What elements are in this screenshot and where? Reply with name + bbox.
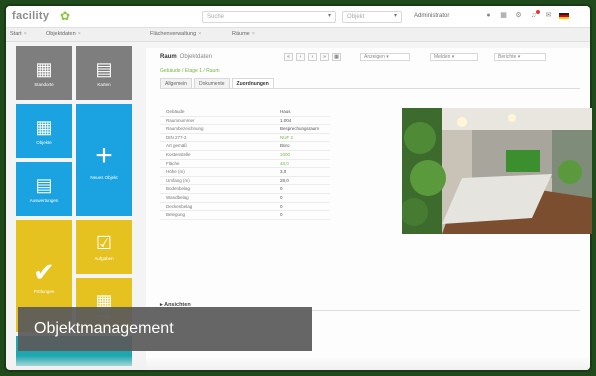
table-row[interactable]: Wandbelag 0 xyxy=(160,194,330,203)
sec-tab-raeume[interactable]: Räume × xyxy=(232,31,255,37)
mail-icon[interactable]: ✉ xyxy=(544,11,553,21)
sec-tab-flaechen[interactable]: Flächenverwaltung × xyxy=(150,31,201,37)
close-icon[interactable]: × xyxy=(198,31,201,37)
table-row[interactable]: Höhe (m) 3,0 xyxy=(160,168,330,177)
table-row[interactable]: Kostenstelle 1000 xyxy=(160,151,330,160)
tile-karten[interactable]: ▤ Karten xyxy=(76,46,132,100)
page-title: Raum Objektdaten xyxy=(160,54,213,60)
tile-aufgaben[interactable]: ☑ Aufgaben xyxy=(76,220,132,274)
tile-objekte[interactable]: ▦ Objekte xyxy=(16,104,72,158)
table-row[interactable]: Umfang (m) 28,0 xyxy=(160,177,330,186)
table-row[interactable]: Fläche 48,0 xyxy=(160,160,330,169)
search-input[interactable]: Suche ▾ xyxy=(202,11,336,23)
attribute-table: Gebäude Haus Raumnummer 1.004 Raumbezeichn… xyxy=(160,108,330,220)
next-button[interactable]: › xyxy=(308,53,317,61)
table-row[interactable]: Art gemäß Büro xyxy=(160,142,330,151)
close-icon[interactable]: × xyxy=(252,31,255,37)
leaf-logo-icon: ✿ xyxy=(60,9,71,23)
close-icon[interactable]: × xyxy=(78,31,81,37)
sec-tab-objektdaten[interactable]: Objektdaten × xyxy=(46,31,81,37)
room-photo-illustration xyxy=(402,108,592,234)
gear-icon[interactable]: ⚙ xyxy=(514,11,523,21)
toolbar: « ‹ › » ▦ xyxy=(284,53,341,61)
prev-button[interactable]: ‹ xyxy=(296,53,305,61)
checkmark-icon: ✔ xyxy=(33,257,55,287)
bottom-fade xyxy=(6,356,590,370)
chevron-down-icon: ▾ xyxy=(327,13,331,19)
table-row[interactable]: Deckenbelag 0 xyxy=(160,203,330,212)
building-tree-icon: ▦ xyxy=(35,59,53,79)
table-row[interactable]: DIN 277-2 NUF 2 xyxy=(160,134,330,143)
app-logo[interactable]: facility xyxy=(12,10,49,22)
table-row[interactable]: Raumbezeichnung Besprechungsraum xyxy=(160,125,330,134)
grid-icon[interactable]: ▦ xyxy=(499,11,508,21)
view-dropdown[interactable]: Anzeigen ▾ xyxy=(360,53,410,61)
user-name[interactable]: Administrator xyxy=(414,13,449,19)
table-row[interactable]: Raumnummer 1.004 xyxy=(160,117,330,126)
chevron-down-icon: ▾ xyxy=(393,13,397,19)
report-dropdown[interactable]: Melden ▾ xyxy=(430,53,478,61)
chart-icon: ▤ xyxy=(35,175,53,195)
tile-auswertungen[interactable]: ▤ Auswertungen xyxy=(16,162,72,216)
sec-tab-start[interactable]: Start × xyxy=(10,31,27,37)
map-icon: ▤ xyxy=(95,59,113,79)
checklist-icon: ☑ xyxy=(95,233,113,253)
user-icon[interactable]: ● xyxy=(484,11,493,21)
feature-caption: Objektmanagement xyxy=(18,307,312,351)
close-icon[interactable]: × xyxy=(24,31,27,37)
breadcrumb-bar: Start × Objektdaten × Flächenverwaltung × R… xyxy=(6,28,590,42)
bell-icon[interactable]: ♫ xyxy=(529,10,540,21)
reports-dropdown[interactable]: Berichte ▾ xyxy=(494,53,546,61)
first-button[interactable]: « xyxy=(284,53,293,61)
table-row[interactable]: Gebäude Haus xyxy=(160,108,330,117)
tile-standorte[interactable]: ▦ Standorte xyxy=(16,46,72,100)
notification-dot xyxy=(536,10,540,14)
plus-icon: + xyxy=(95,139,113,172)
top-bar: facility ✿ Suche ▾ Objekt ▾ Administrato… xyxy=(6,6,590,28)
building-tree-icon: ▦ xyxy=(35,117,53,137)
top-icons: ● ▦ ⚙ ♫ ✉ xyxy=(484,10,569,21)
breadcrumb[interactable]: Gebäude / Etage 1 / Raum xyxy=(160,68,219,74)
object-search-input[interactable]: Objekt ▾ xyxy=(342,11,402,23)
grid-view-button[interactable]: ▦ xyxy=(332,53,341,61)
tile-neues-objekt[interactable]: + Neues Objekt xyxy=(76,104,132,216)
room-photo xyxy=(402,108,592,234)
table-row[interactable]: Bodenbelag 0 xyxy=(160,185,330,194)
table-row[interactable]: Belegung 0 xyxy=(160,211,330,220)
divider xyxy=(160,88,580,89)
german-flag-icon[interactable] xyxy=(559,13,569,19)
last-button[interactable]: » xyxy=(320,53,329,61)
